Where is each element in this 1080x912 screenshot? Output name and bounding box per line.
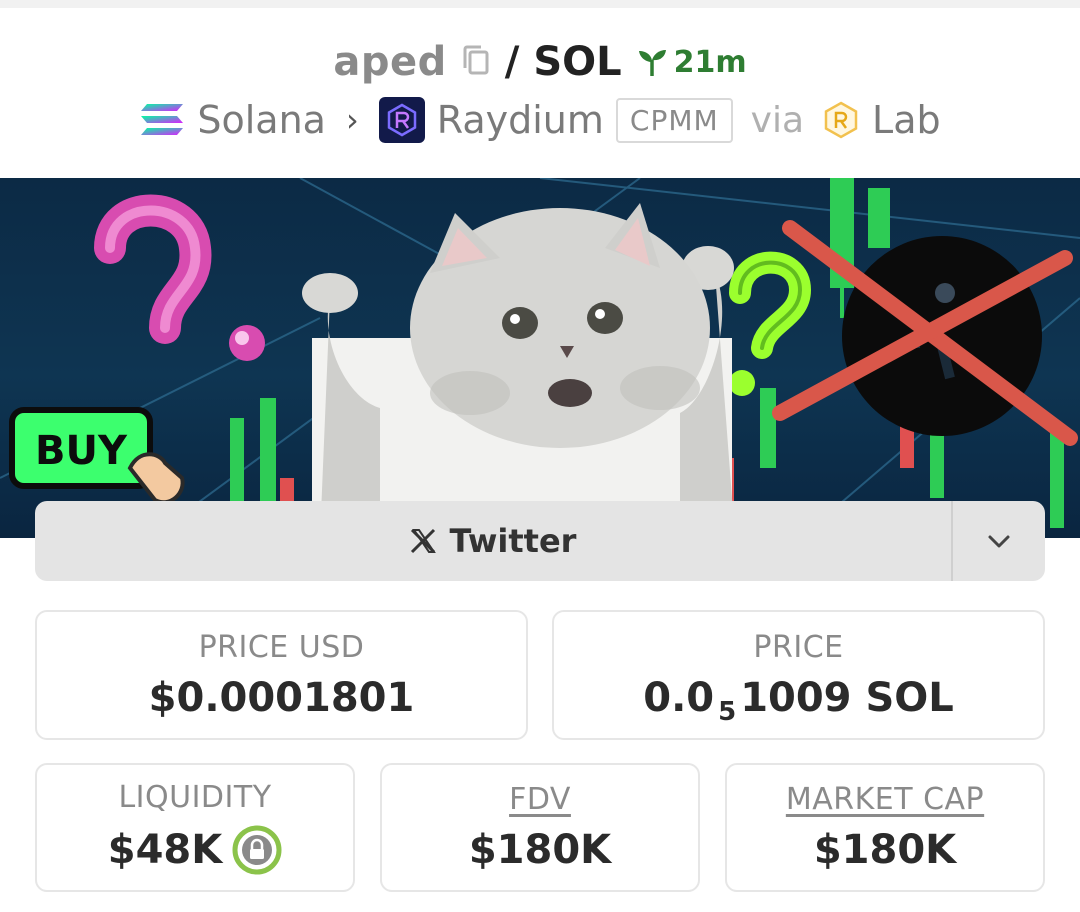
lab-logo xyxy=(824,101,858,139)
sprout-icon xyxy=(638,50,666,76)
price-native-value: 0.0 5 1009 SOL xyxy=(643,674,954,727)
liquidity-label: LIQUIDITY xyxy=(118,780,272,815)
raydium-logo xyxy=(378,97,425,143)
top-strip xyxy=(0,0,1080,8)
pair-age: 21m xyxy=(636,45,747,80)
pair-separator: / xyxy=(504,39,520,85)
liquidity-card: LIQUIDITY $48K xyxy=(35,763,355,892)
price-usd-card: PRICE USD $0.0001801 xyxy=(35,610,528,740)
market-cap-card: MARKET CAP $180K xyxy=(725,763,1045,892)
price-native-label: PRICE xyxy=(753,629,844,665)
launchpad-name[interactable]: Lab xyxy=(872,98,941,142)
price-usd-label: PRICE USD xyxy=(198,629,365,665)
twitter-button[interactable]: Twitter xyxy=(35,501,951,581)
lock-icon[interactable] xyxy=(232,825,282,875)
fdv-value: $180K xyxy=(468,827,612,873)
via-label: via xyxy=(750,99,805,141)
social-dropdown-button[interactable] xyxy=(951,501,1045,581)
base-token-symbol: aped xyxy=(333,39,447,85)
fdv-label[interactable]: FDV xyxy=(509,782,571,817)
pool-type-badge: CPMM xyxy=(615,97,733,143)
buy-sign-text: BUY xyxy=(35,428,128,474)
market-cap-label[interactable]: MARKET CAP xyxy=(786,782,984,817)
price-usd-value: $0.0001801 xyxy=(148,674,415,721)
x-logo-icon xyxy=(410,528,436,554)
social-links-bar: Twitter xyxy=(35,501,1045,581)
chevron-right-icon: › xyxy=(345,101,359,139)
liquidity-value-row: $48K xyxy=(108,825,283,875)
price-native-card: PRICE 0.0 5 1009 SOL xyxy=(552,610,1045,740)
pair-age-text: 21m xyxy=(673,44,747,80)
copy-icon[interactable] xyxy=(461,44,491,80)
chevron-down-icon xyxy=(988,535,1010,548)
fdv-card: FDV $180K xyxy=(380,763,700,892)
dex-name[interactable]: Raydium xyxy=(437,98,604,142)
price-prefix: 0.0 xyxy=(643,674,715,721)
token-banner-image: BUY xyxy=(0,178,1080,538)
price-digits: 1009 SOL xyxy=(740,674,954,721)
chain-name[interactable]: Solana xyxy=(197,98,326,142)
price-zero-count: 5 xyxy=(718,696,737,727)
market-cap-value: $180K xyxy=(813,827,957,873)
twitter-label: Twitter xyxy=(449,522,577,560)
quote-token-symbol: SOL xyxy=(533,39,622,85)
breadcrumb: Solana › Raydium CPMM via Lab xyxy=(0,96,1080,144)
liquidity-value: $48K xyxy=(107,827,223,873)
solana-logo xyxy=(141,104,184,135)
pair-title: aped / SOL 21m xyxy=(0,38,1080,86)
